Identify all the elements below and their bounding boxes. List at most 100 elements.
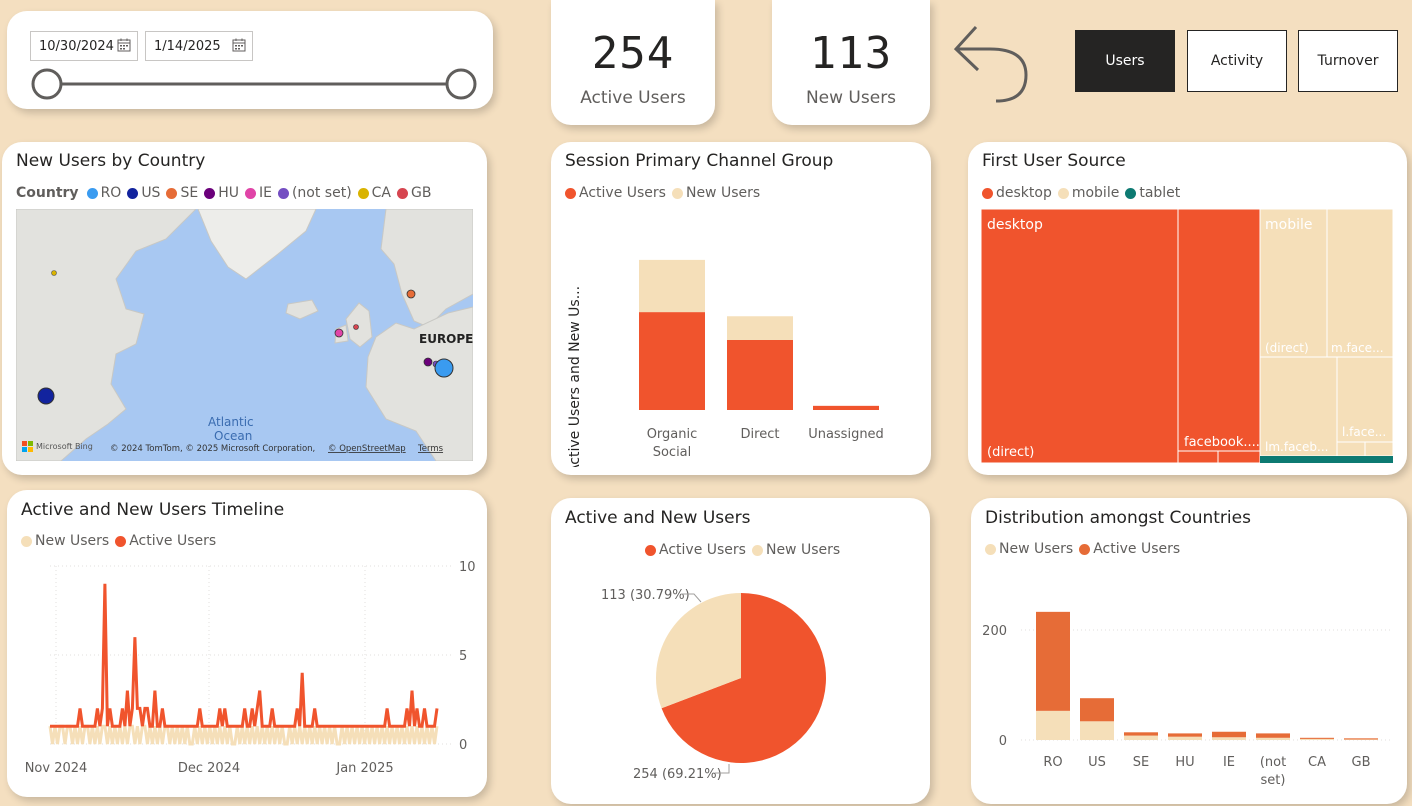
map-copyright: © 2024 TomTom, © 2025 Microsoft Corporat… [110, 444, 315, 454]
map-bubble-gb[interactable] [353, 324, 359, 330]
timeline-line-chart[interactable]: 0 5 10 Nov 2024 Dec 2024 Jan 2025 [7, 550, 487, 790]
slider-end-handle[interactable] [445, 68, 477, 100]
channel-bar-chart[interactable]: Active Users and New Us... Organic Social… [551, 212, 931, 467]
treemap-desktop-direct[interactable] [981, 209, 1179, 463]
map-legend-label: HU [218, 185, 239, 201]
map-legend: Country RO US SE HU IE (not set) CA GB [16, 185, 431, 201]
back-arrow-icon[interactable] [950, 18, 1032, 106]
distribution-bar-new[interactable] [1168, 736, 1202, 740]
distribution-bar-active[interactable] [1256, 733, 1290, 738]
distribution-bar-active[interactable] [1080, 698, 1114, 722]
map-terms-link[interactable]: Terms [417, 444, 444, 454]
new-users-by-country-card: New Users by Country Country RO US SE HU IE (… [2, 142, 487, 475]
treemap-label-desktop: desktop [987, 217, 1043, 233]
pie-title: Active and New Users [565, 508, 751, 528]
map-bubble-us[interactable] [37, 387, 55, 405]
map-legend-dot-gb [397, 187, 409, 199]
legend-label-active: Active Users [579, 185, 666, 201]
legend-label-new: New Users [765, 542, 841, 558]
legend-dot-new [985, 543, 996, 555]
distribution-y-tick-label: 0 [999, 734, 1007, 749]
treemap-mobile-small-1[interactable] [1336, 441, 1366, 457]
map-label-ocean-1: Atlantic [208, 415, 254, 429]
channel-group-card: Session Primary Channel Group Active Use… [551, 142, 931, 475]
legend-dot-new [671, 187, 683, 199]
map-visual[interactable]: EUROPE Atlantic Ocean Microsoft Bing © 2… [16, 209, 473, 461]
treemap-tablet[interactable] [1260, 456, 1393, 463]
map-title: New Users by Country [16, 151, 206, 171]
distribution-bar-active[interactable] [1212, 731, 1246, 738]
timeline-series-new-users[interactable] [48, 724, 439, 746]
channel-title: Session Primary Channel Group [565, 151, 834, 171]
channel-bar-active[interactable] [727, 339, 793, 410]
distribution-bar-active[interactable] [1300, 737, 1334, 739]
start-date-input[interactable]: 10/30/2024 [30, 31, 138, 61]
distribution-bar-new[interactable] [1124, 735, 1158, 740]
map-legend-label: SE [180, 185, 199, 201]
distribution-bar-new[interactable] [1300, 738, 1334, 740]
active-users-value: 254 [591, 28, 675, 79]
distribution-bar-new[interactable] [1036, 710, 1070, 740]
treemap-visual[interactable]: desktop (direct) facebook.... mobile (di… [981, 209, 1393, 463]
end-date-input[interactable]: 1/14/2025 [145, 31, 253, 61]
treemap-mobile-mface[interactable] [1326, 209, 1393, 358]
map-legend-label: CA [371, 185, 392, 201]
map-bubble-ro[interactable] [434, 358, 454, 378]
date-range-slider[interactable] [27, 67, 481, 101]
slider-start-handle[interactable] [31, 68, 63, 100]
map-bubble-ie[interactable] [334, 328, 344, 338]
distribution-bar-chart[interactable]: 0 200 RO US SE HU IE (not set) CA GB [971, 568, 1407, 802]
map-legend-dot-us [127, 187, 139, 199]
first-user-source-card: First User Source desktop mobile tablet … [968, 142, 1407, 475]
turnover-nav-button[interactable]: Turnover [1298, 30, 1398, 92]
map-osm-link[interactable]: © OpenStreetMap [328, 444, 406, 454]
map-bubble-hu[interactable] [423, 357, 433, 367]
legend-label-tablet: tablet [1139, 185, 1181, 201]
calendar-icon[interactable] [232, 38, 246, 52]
distribution-x-tick-label: HU [1175, 755, 1194, 770]
map-bubble-se[interactable] [406, 289, 416, 299]
treemap-mobile-small-2[interactable] [1364, 441, 1393, 457]
timeline-y-tick-label: 5 [459, 649, 467, 664]
users-timeline-card: Active and New Users Timeline New Users … [7, 490, 487, 797]
map-bubble-ca[interactable] [51, 270, 57, 276]
legend-dot-active [565, 187, 576, 199]
map-legend-dot-ie [244, 187, 256, 199]
map-legend-dot-notset [277, 187, 289, 199]
channel-bar-active[interactable] [639, 312, 705, 410]
distribution-bar-active[interactable] [1168, 733, 1202, 737]
pie-chart[interactable]: 113 (30.79%) 254 (69.21%) [551, 568, 930, 800]
treemap-desktop-facebook[interactable] [1177, 209, 1261, 452]
distribution-bar-new[interactable] [1256, 737, 1290, 740]
treemap-label-mobile-direct: (direct) [1265, 341, 1309, 355]
distribution-bar-new[interactable] [1344, 739, 1378, 740]
treemap-desktop-small-1[interactable] [1177, 450, 1219, 463]
active-new-users-pie-card: Active and New Users Active Users New Us… [551, 498, 930, 804]
legend-label-active: Active Users [129, 533, 217, 549]
legend-dot-tablet [1125, 187, 1137, 199]
channel-bar-new[interactable] [727, 316, 793, 340]
activity-nav-button[interactable]: Activity [1187, 30, 1287, 92]
legend-dot-active [115, 535, 127, 547]
new-users-kpi-card: 113 New Users [772, 0, 930, 125]
calendar-icon[interactable] [117, 38, 131, 52]
legend-label-desktop: desktop [996, 185, 1052, 201]
pie-label-new: 113 (30.79%) [601, 588, 690, 603]
distribution-countries-card: Distribution amongst Countries New Users… [971, 498, 1407, 804]
channel-bar-active[interactable] [813, 405, 879, 410]
new-users-value: 113 [809, 28, 893, 79]
distribution-bar-new[interactable] [1212, 737, 1246, 740]
map-legend-label: GB [411, 185, 432, 201]
distribution-bar-new[interactable] [1080, 721, 1114, 740]
distribution-x-tick-label: (not [1260, 755, 1286, 770]
legend-dot-new [751, 544, 763, 556]
distribution-bar-active[interactable] [1036, 611, 1070, 711]
distribution-x-tick-label: GB [1352, 755, 1371, 770]
legend-dot-mobile [1057, 187, 1069, 199]
users-nav-button[interactable]: Users [1075, 30, 1175, 92]
channel-bar-new[interactable] [639, 259, 705, 313]
treemap-desktop-small-2[interactable] [1217, 450, 1261, 463]
distribution-bar-active[interactable] [1124, 732, 1158, 736]
distribution-bar-active[interactable] [1344, 738, 1378, 740]
start-date-value: 10/30/2024 [39, 38, 114, 54]
